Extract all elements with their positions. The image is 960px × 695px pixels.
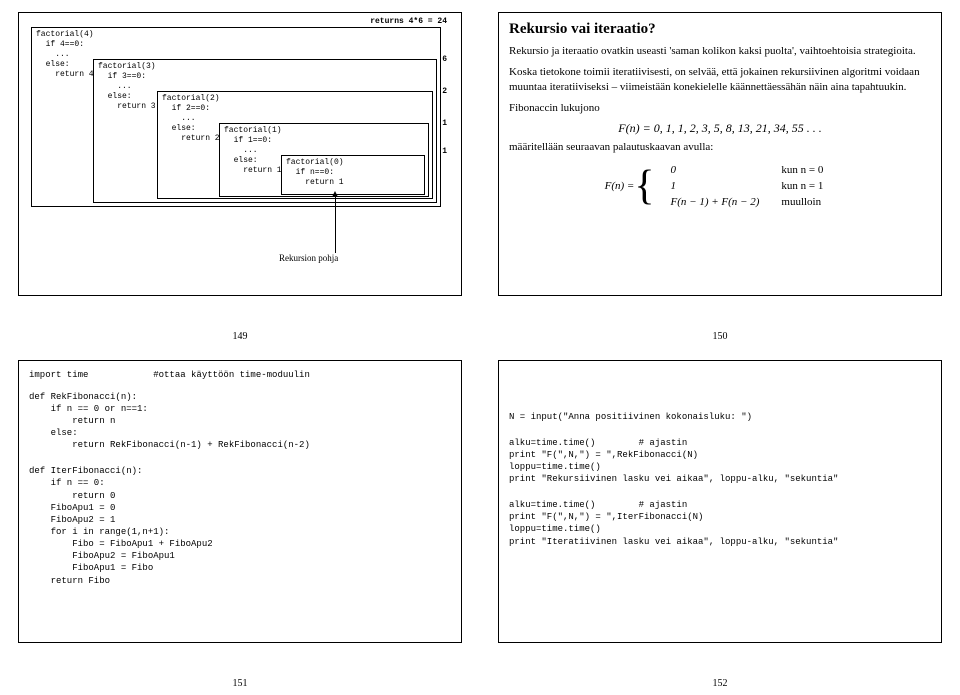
case3-val: F(n − 1) + F(n − 2) <box>661 195 770 209</box>
para-3: Fibonaccin lukujono <box>509 101 931 116</box>
piecewise-definition: F(n) = { 0 kun n = 0 1 kun n = 1 F(n − 1… <box>509 161 931 211</box>
iter-fibonacci-def: def IterFibonacci(n): if n == 0: return … <box>29 465 451 586</box>
iter-timer-block: alku=time.time() # ajastin print "F(",N,… <box>509 499 931 548</box>
slide-152: N = input("Anna positiivinen kokonaisluk… <box>480 348 960 695</box>
page-number-152: 152 <box>480 678 960 689</box>
slide-149: returns 4*6 = 24 returns 3*2 = 6 returns… <box>0 0 480 348</box>
import-line: import time #ottaa käyttöön time-moduuli… <box>29 369 451 381</box>
case1-val: 0 <box>661 163 770 177</box>
lhs: F(n) = <box>605 180 635 192</box>
case1-cond: kun n = 0 <box>771 163 833 177</box>
code-box0: factorial(0) if n==0: return 1 <box>286 158 420 188</box>
arrow-up-icon <box>335 195 336 253</box>
case3-cond: muulloin <box>771 195 833 209</box>
left-brace-icon: { <box>634 165 654 207</box>
recursion-box-0: factorial(0) if n==0: return 1 <box>281 155 425 195</box>
slide-151-body: import time #ottaa käyttöön time-moduuli… <box>18 360 462 644</box>
page-number-150: 150 <box>480 331 960 342</box>
para-2: Koska tietokone toimii iteratiivisesti, … <box>509 65 931 95</box>
cases-table: 0 kun n = 0 1 kun n = 1 F(n − 1) + F(n −… <box>659 161 836 211</box>
case2-val: 1 <box>661 179 770 193</box>
slide-150: Rekursio vai iteraatio? Rekursio ja iter… <box>480 0 960 348</box>
para-1: Rekursio ja iteraatio ovatkin useasti 's… <box>509 44 931 59</box>
rek-timer-block: alku=time.time() # ajastin print "F(",N,… <box>509 437 931 486</box>
slide-152-body: N = input("Anna positiivinen kokonaisluk… <box>498 360 942 644</box>
page-number-149: 149 <box>0 331 480 342</box>
para-4: määritellään seuraavan palautuskaavan av… <box>509 140 931 155</box>
slide-151: import time #ottaa käyttöön time-moduuli… <box>0 348 480 695</box>
ret-24: returns 4*6 = 24 <box>370 17 447 26</box>
input-line: N = input("Anna positiivinen kokonaisluk… <box>509 411 931 423</box>
page-number-151: 151 <box>0 678 480 689</box>
slide-150-body: Rekursio vai iteraatio? Rekursio ja iter… <box>498 12 942 296</box>
slide-title: Rekursio vai iteraatio? <box>509 21 931 38</box>
rek-fibonacci-def: def RekFibonacci(n): if n == 0 or n==1: … <box>29 391 451 452</box>
fibonacci-sequence: F(n) = 0, 1, 1, 2, 3, 5, 8, 13, 21, 34, … <box>509 121 931 136</box>
case2-cond: kun n = 1 <box>771 179 833 193</box>
recursion-base-label: Rekursion pohja <box>279 253 338 263</box>
slide-149-body: returns 4*6 = 24 returns 3*2 = 6 returns… <box>18 12 462 296</box>
